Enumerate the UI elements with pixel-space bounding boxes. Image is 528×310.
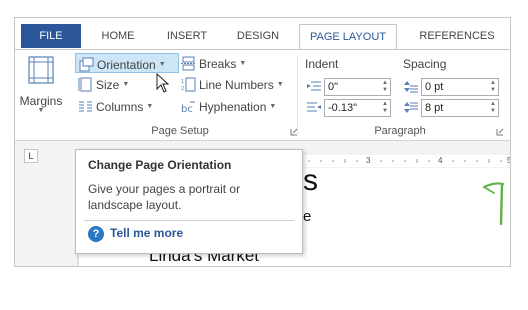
- tab-marker-label: L: [28, 151, 34, 161]
- ribbon-panel: Margins ▼ Orientation ▼ Size ▼ Columns ▼…: [15, 49, 510, 141]
- spin-arrows-icon[interactable]: ▲ ▼: [382, 80, 388, 94]
- ribbon-tabs: FILE HOME INSERT DESIGN PAGE LAYOUT REFE…: [15, 18, 510, 51]
- chevron-down-icon: ▼: [158, 60, 166, 68]
- tooltip-body: Give your pages a portrait or landscape …: [88, 182, 241, 212]
- tooltip-title: Change Page Orientation: [88, 158, 232, 172]
- spacing-before-value: 0 pt: [425, 81, 444, 93]
- svg-text:1: 1: [181, 79, 184, 85]
- indent-left-icon: [307, 81, 321, 91]
- tab-selector[interactable]: L: [24, 149, 38, 163]
- indent-right-icon: [307, 102, 321, 112]
- chevron-down-icon: ▼: [146, 102, 154, 110]
- line-numbers-button[interactable]: 1 2 Line Numbers ▼: [181, 74, 284, 94]
- indent-left-field[interactable]: 0" ▲ ▼: [324, 78, 391, 96]
- orientation-label: Orientation: [97, 57, 156, 72]
- spin-arrows-icon[interactable]: ▲ ▼: [382, 101, 388, 115]
- ruler-tick-5: 5: [507, 156, 510, 165]
- chevron-down-icon: ▼: [276, 80, 284, 88]
- breaks-label: Breaks: [199, 56, 237, 71]
- indent-right-value: -0.13": [328, 102, 357, 114]
- tooltip-divider: [84, 220, 294, 221]
- doc-text-fragment-s: s: [303, 164, 318, 197]
- group-divider: [297, 56, 298, 134]
- indent-right-field[interactable]: -0.13" ▲ ▼: [324, 99, 391, 117]
- spacing-label: Spacing: [403, 57, 447, 71]
- tell-me-more-label: Tell me more: [110, 226, 184, 241]
- indent-left-value: 0": [328, 81, 339, 93]
- tab-page-layout[interactable]: PAGE LAYOUT: [299, 24, 397, 51]
- tell-me-more-link[interactable]: ? Tell me more: [88, 226, 183, 242]
- green-decoration-icon: [482, 182, 505, 226]
- mouse-pointer-icon: [156, 73, 170, 93]
- spin-arrows-icon[interactable]: ▲ ▼: [490, 101, 496, 115]
- paragraph-group-label: Paragraph: [374, 125, 426, 137]
- hyphenation-label: Hyphenation: [199, 99, 267, 114]
- doc-text-fragment-e: e: [303, 208, 312, 225]
- breaks-icon: [181, 56, 196, 71]
- orientation-icon: [79, 57, 94, 72]
- columns-label: Columns: [96, 99, 144, 114]
- chevron-down-icon: ▼: [269, 102, 277, 110]
- word-window: FILE HOME INSERT DESIGN PAGE LAYOUT REFE…: [14, 17, 511, 267]
- size-label: Size: [96, 77, 120, 92]
- spin-arrows-icon[interactable]: ▲ ▼: [490, 80, 496, 94]
- orientation-tooltip: Change Page Orientation Give your pages …: [75, 149, 303, 254]
- ruler-tick-3: 3: [366, 156, 371, 165]
- spacing-before-icon: [404, 81, 418, 93]
- ruler-tick-4: 4: [438, 156, 443, 165]
- page-setup-group-label: Page Setup: [151, 125, 209, 137]
- columns-icon: [79, 101, 92, 112]
- orientation-button[interactable]: Orientation ▼: [75, 53, 179, 73]
- tab-file[interactable]: FILE: [21, 24, 81, 48]
- tab-design[interactable]: DESIGN: [226, 24, 290, 50]
- breaks-button[interactable]: Breaks ▼: [181, 53, 246, 73]
- size-button[interactable]: Size ▼: [78, 74, 129, 94]
- margins-label: Margins: [19, 94, 63, 108]
- hyphenation-icon: bc: [181, 101, 195, 114]
- spacing-after-field[interactable]: 8 pt ▲ ▼: [421, 99, 499, 117]
- margins-button[interactable]: Margins ▼: [19, 54, 63, 122]
- tab-references[interactable]: REFERENCES: [408, 24, 506, 50]
- spacing-after-value: 8 pt: [425, 102, 444, 114]
- line-numbers-icon: 1 2: [181, 77, 196, 92]
- hyphenation-button[interactable]: bc Hyphenation ▼: [181, 96, 276, 116]
- tab-insert[interactable]: INSERT: [155, 24, 219, 50]
- svg-text:2: 2: [181, 86, 184, 92]
- spacing-before-field[interactable]: 0 pt ▲ ▼: [421, 78, 499, 96]
- svg-text:bc: bc: [181, 104, 193, 114]
- chevron-down-icon: ▼: [122, 80, 130, 88]
- chevron-down-icon: ▼: [239, 59, 247, 67]
- margins-icon: [28, 56, 54, 84]
- columns-button[interactable]: Columns ▼: [78, 96, 153, 116]
- chevron-down-icon: ▼: [37, 107, 45, 114]
- help-icon: ?: [88, 226, 104, 242]
- indent-label: Indent: [305, 57, 339, 71]
- spacing-after-icon: [404, 102, 418, 113]
- page-size-icon: [78, 77, 92, 92]
- line-numbers-label: Line Numbers: [199, 77, 274, 92]
- tab-home[interactable]: HOME: [89, 24, 147, 50]
- dialog-launcher-icon[interactable]: [496, 128, 504, 136]
